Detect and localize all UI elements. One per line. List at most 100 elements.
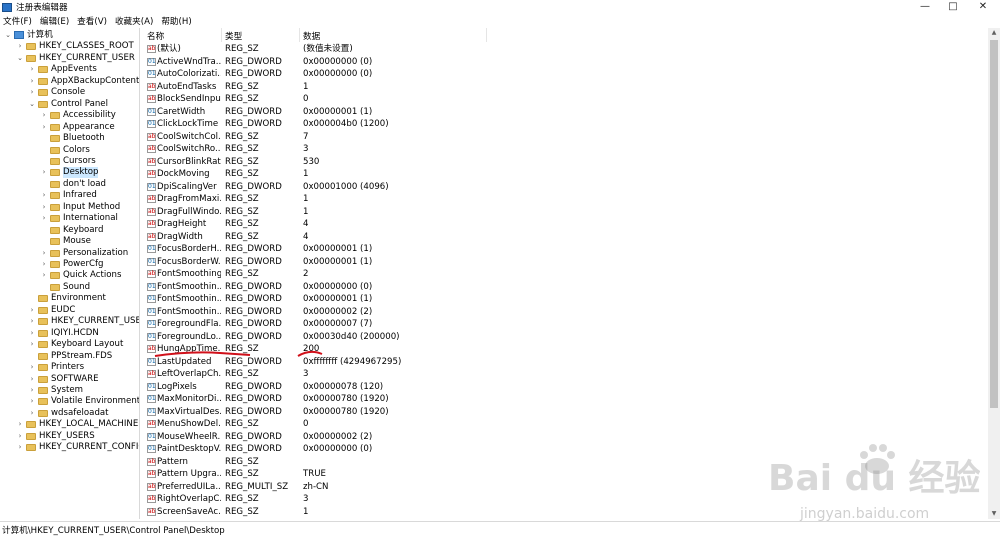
column-header-name[interactable]: 名称 (147, 30, 164, 42)
value-row[interactable]: ab DragFromMaxi... REG_SZ 1 (141, 193, 988, 206)
collapsed-chevron-icon[interactable] (40, 133, 48, 144)
collapsed-chevron-icon[interactable]: › (28, 328, 36, 339)
scroll-down-arrow-icon[interactable]: ▼ (988, 509, 1000, 519)
value-row[interactable]: ab AutoEndTasks REG_SZ 1 (141, 81, 988, 94)
value-row[interactable]: 01 MaxMonitorDi... REG_DWORD 0x00000780 (19… (141, 393, 988, 406)
tree-node-label: Printers (51, 362, 85, 373)
value-row[interactable]: ab CoolSwitchRo... REG_SZ 3 (141, 143, 988, 156)
value-row[interactable]: 01 AutoColorizati... REG_DWORD 0x00000000 (… (141, 68, 988, 81)
expanded-chevron-icon[interactable]: ⌄ (28, 99, 36, 110)
vertical-scrollbar[interactable]: ▲ ▼ (988, 28, 1000, 519)
collapsed-chevron-icon[interactable] (40, 236, 48, 247)
collapsed-chevron-icon[interactable]: › (28, 396, 36, 407)
collapsed-chevron-icon[interactable]: › (28, 408, 36, 419)
value-row[interactable]: ab DragHeight REG_SZ 4 (141, 218, 988, 231)
value-row[interactable]: 01 FontSmoothin... REG_DWORD 0x00000002 (2) (141, 306, 988, 319)
close-button[interactable]: ✕ (968, 0, 998, 14)
folder-icon (26, 421, 36, 429)
value-row[interactable]: 01 DpiScalingVer REG_DWORD 0x00001000 (4096… (141, 181, 988, 194)
value-row[interactable]: ab FontSmoothing REG_SZ 2 (141, 268, 988, 281)
collapsed-chevron-icon[interactable] (40, 145, 48, 156)
value-row[interactable]: 01 FontSmoothin... REG_DWORD 0x00000000 (0) (141, 281, 988, 294)
collapsed-chevron-icon[interactable]: › (16, 431, 24, 442)
collapsed-chevron-icon[interactable]: › (40, 110, 48, 121)
collapsed-chevron-icon[interactable]: › (40, 270, 48, 281)
collapsed-chevron-icon[interactable] (40, 179, 48, 190)
value-row[interactable]: ab DockMoving REG_SZ 1 (141, 168, 988, 181)
value-name: CoolSwitchCol... (157, 131, 221, 142)
value-row[interactable]: ab (默认) REG_SZ (数值未设置) (141, 43, 988, 56)
string-value-icon: ab (147, 270, 156, 278)
collapsed-chevron-icon[interactable] (40, 225, 48, 236)
collapsed-chevron-icon[interactable]: › (28, 64, 36, 75)
collapsed-chevron-icon[interactable]: › (40, 213, 48, 224)
collapsed-chevron-icon[interactable] (40, 156, 48, 167)
value-row[interactable]: 01 FocusBorderW... REG_DWORD 0x00000001 (1) (141, 256, 988, 269)
collapsed-chevron-icon[interactable]: › (28, 305, 36, 316)
column-divider[interactable] (221, 28, 222, 42)
collapsed-chevron-icon[interactable]: › (16, 419, 24, 430)
folder-icon (38, 318, 48, 326)
value-row[interactable]: 01 ClickLockTime REG_DWORD 0x000004b0 (1200… (141, 118, 988, 131)
menu-view[interactable]: 查看(V) (74, 15, 110, 27)
column-header-data[interactable]: 数据 (303, 30, 320, 42)
value-row[interactable]: 01 MaxVirtualDes... REG_DWORD 0x00000780 (1… (141, 406, 988, 419)
collapsed-chevron-icon[interactable]: › (28, 385, 36, 396)
value-row[interactable]: 01 ForegroundLo... REG_DWORD 0x00030d40 (20… (141, 331, 988, 344)
minimize-button[interactable]: — (910, 0, 940, 14)
collapsed-chevron-icon[interactable]: › (16, 442, 24, 453)
expanded-chevron-icon[interactable]: ⌄ (16, 53, 24, 64)
collapsed-chevron-icon[interactable]: › (40, 190, 48, 201)
maximize-button[interactable]: □ (938, 0, 968, 14)
collapsed-chevron-icon[interactable] (28, 293, 36, 304)
menu-edit[interactable]: 编辑(E) (37, 15, 72, 27)
value-row[interactable]: 01 ForegroundFla... REG_DWORD 0x00000007 (7… (141, 318, 988, 331)
value-data: 1 (303, 206, 309, 217)
string-value-icon: ab (147, 470, 156, 478)
collapsed-chevron-icon[interactable] (28, 351, 36, 362)
collapsed-chevron-icon[interactable]: › (28, 362, 36, 373)
registry-tree[interactable]: ⌄ 计算机 › HKEY_CLASSES_ROOT ⌄ HKEY_CURRENT_USER… (0, 28, 140, 519)
collapsed-chevron-icon[interactable]: › (28, 87, 36, 98)
value-row[interactable]: 01 LogPixels REG_DWORD 0x00000078 (120) (141, 381, 988, 394)
value-row[interactable]: abBlockSendInpu... REG_SZ 0 (141, 93, 988, 106)
collapsed-chevron-icon[interactable]: › (40, 202, 48, 213)
tree-node-label: HKEY_CURRENT_CONFIG (39, 442, 140, 453)
tree-node-label: Infrared (63, 190, 97, 201)
column-divider[interactable] (486, 28, 487, 42)
value-row[interactable]: 01 ActiveWndTra... REG_DWORD 0x00000000 (0) (141, 56, 988, 69)
value-row[interactable]: 01 FontSmoothin... REG_DWORD 0x00000001 (1) (141, 293, 988, 306)
menu-help[interactable]: 帮助(H) (158, 15, 194, 27)
value-row[interactable]: ab DragWidth REG_SZ 4 (141, 231, 988, 244)
collapsed-chevron-icon[interactable]: › (28, 339, 36, 350)
column-divider[interactable] (299, 28, 300, 42)
folder-icon (38, 100, 48, 108)
value-row[interactable]: ab CoolSwitchCol... REG_SZ 7 (141, 131, 988, 144)
column-header-type[interactable]: 类型 (225, 30, 242, 42)
collapsed-chevron-icon[interactable]: › (28, 76, 36, 87)
collapsed-chevron-icon[interactable]: › (28, 374, 36, 385)
value-data: 1 (303, 194, 309, 204)
value-row[interactable]: 01 FocusBorderH... REG_DWORD 0x00000001 (1) (141, 243, 988, 256)
scroll-thumb[interactable] (990, 40, 998, 408)
value-type: REG_SZ (225, 94, 259, 104)
value-row[interactable]: ab DragFullWindo... REG_SZ 1 (141, 206, 988, 219)
collapsed-chevron-icon[interactable]: › (28, 316, 36, 327)
folder-icon (26, 54, 36, 62)
scroll-up-arrow-icon[interactable]: ▲ (988, 28, 1000, 38)
expanded-chevron-icon[interactable]: ⌄ (4, 30, 12, 41)
value-row[interactable]: ab CursorBlinkRate REG_SZ 530 (141, 156, 988, 169)
value-row[interactable]: ab MenuShowDel... REG_SZ 0 (141, 418, 988, 431)
collapsed-chevron-icon[interactable]: › (40, 122, 48, 133)
collapsed-chevron-icon[interactable] (40, 282, 48, 293)
value-data: 0x00000000 (0) (303, 56, 373, 67)
menu-file[interactable]: 文件(F) (0, 15, 35, 27)
collapsed-chevron-icon[interactable]: › (40, 259, 48, 270)
collapsed-chevron-icon[interactable]: › (40, 248, 48, 259)
value-row[interactable]: 01 CaretWidth REG_DWORD 0x00000001 (1) (141, 106, 988, 119)
menu-favorites[interactable]: 收藏夹(A) (112, 15, 156, 27)
collapsed-chevron-icon[interactable]: › (16, 41, 24, 52)
collapsed-chevron-icon[interactable]: › (40, 167, 48, 178)
title-bar: 注册表编辑器 (0, 0, 1000, 14)
value-row[interactable]: ab LeftOverlapCh... REG_SZ 3 (141, 368, 988, 381)
